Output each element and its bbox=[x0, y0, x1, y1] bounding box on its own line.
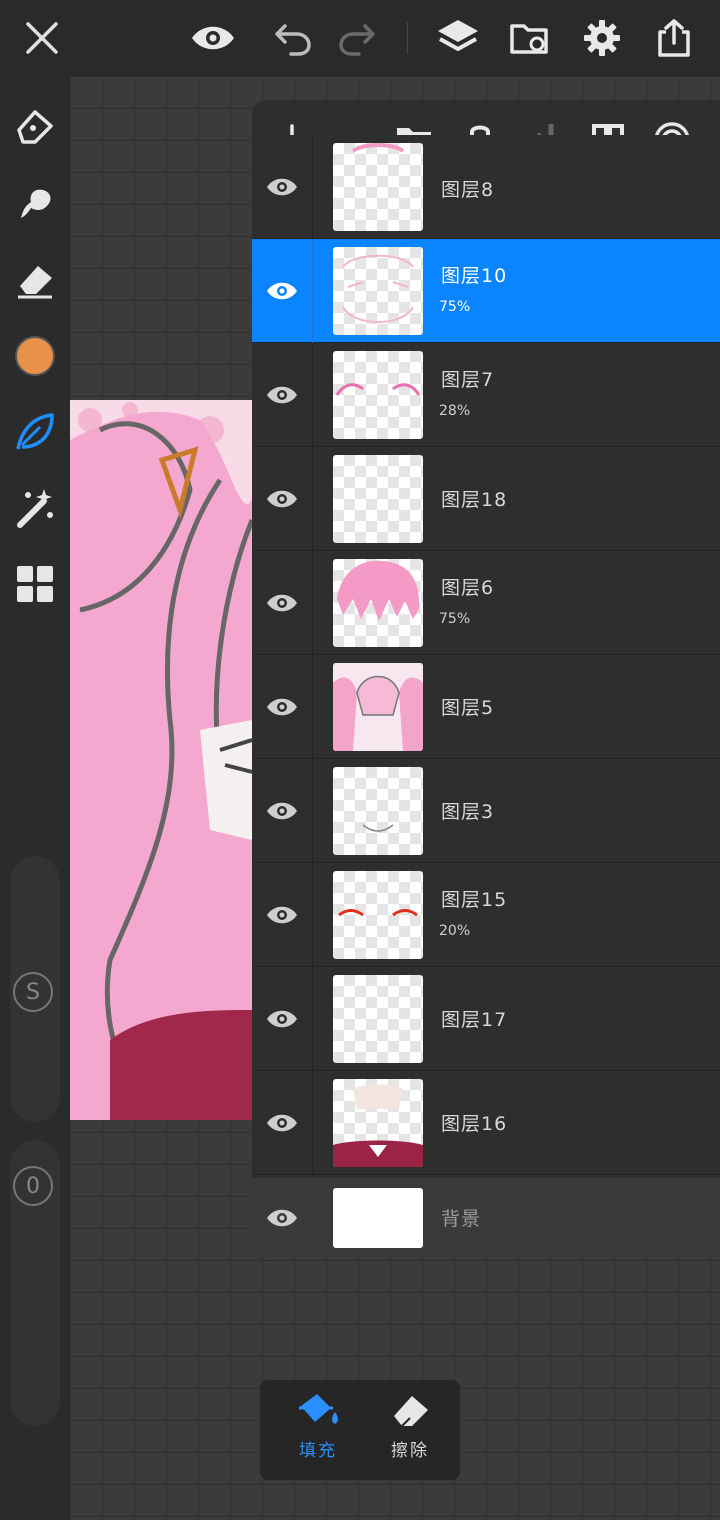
pen-icon[interactable] bbox=[11, 104, 59, 152]
fill-label: 填充 bbox=[299, 1441, 337, 1461]
layers-icon[interactable] bbox=[434, 14, 482, 62]
eye-icon[interactable] bbox=[262, 1103, 302, 1143]
layer-opacity: 28% bbox=[439, 403, 471, 419]
layer-thumbnail bbox=[333, 247, 423, 335]
eye-icon[interactable] bbox=[262, 999, 302, 1039]
layer-opacity: 75% bbox=[439, 299, 471, 315]
leaf-brush-icon[interactable] bbox=[11, 408, 59, 456]
layer-name: 图层18 bbox=[441, 489, 508, 511]
layer-thumbnail bbox=[333, 767, 423, 855]
background-layer-row[interactable]: 背景 bbox=[252, 1178, 720, 1258]
layer-row[interactable]: 图层5 bbox=[252, 655, 720, 759]
eye-icon[interactable] bbox=[189, 14, 237, 62]
layer-name: 图层5 bbox=[441, 697, 495, 719]
layer-row[interactable]: 图层17 bbox=[252, 967, 720, 1071]
eye-icon[interactable] bbox=[262, 271, 302, 311]
layer-row-selected[interactable]: 图层10 75% bbox=[252, 239, 720, 343]
eye-icon[interactable] bbox=[262, 895, 302, 935]
left-toolbar: S 0 bbox=[0, 76, 70, 1520]
magic-wand-icon[interactable] bbox=[11, 484, 59, 532]
paint-bucket-icon bbox=[299, 1394, 338, 1424]
opacity-label: 0 bbox=[13, 1166, 53, 1206]
folder-import-icon[interactable] bbox=[506, 14, 554, 62]
eye-icon[interactable] bbox=[262, 479, 302, 519]
layer-row[interactable]: 图层18 bbox=[252, 447, 720, 551]
eye-icon[interactable] bbox=[262, 687, 302, 727]
background-layer-name: 背景 bbox=[441, 1208, 482, 1230]
layer-opacity: 75% bbox=[439, 611, 471, 627]
eraser-icon bbox=[394, 1396, 428, 1427]
layer-name: 图层17 bbox=[441, 1009, 508, 1031]
close-icon[interactable] bbox=[18, 14, 66, 62]
layer-row[interactable]: 图层15 20% bbox=[252, 863, 720, 967]
erase-label: 擦除 bbox=[391, 1441, 429, 1461]
undo-icon[interactable] bbox=[269, 14, 317, 62]
gear-icon[interactable] bbox=[578, 14, 626, 62]
toolbar-divider bbox=[407, 22, 408, 54]
size-label: S bbox=[13, 972, 53, 1012]
layer-thumbnail bbox=[333, 663, 423, 751]
erase-tool-button[interactable]: 擦除 bbox=[370, 1390, 450, 1474]
layer-thumbnail bbox=[333, 351, 423, 439]
layer-name: 图层8 bbox=[441, 179, 495, 201]
eye-icon[interactable] bbox=[262, 1198, 302, 1238]
layer-name: 图层7 bbox=[441, 369, 495, 391]
layer-name: 图层6 bbox=[441, 577, 495, 599]
layer-row[interactable]: 图层8 bbox=[252, 135, 720, 239]
layer-name: 图层16 bbox=[441, 1113, 508, 1135]
eye-icon[interactable] bbox=[262, 167, 302, 207]
layers-panel: 图层8 图层10 75% 图层7 28% 图层18 图层6 75% 图层5 图层… bbox=[252, 100, 720, 1258]
artwork-canvas[interactable] bbox=[70, 400, 252, 1120]
top-toolbar bbox=[0, 0, 720, 76]
layer-thumbnail bbox=[333, 975, 423, 1063]
layer-thumbnail bbox=[333, 559, 423, 647]
grid-icon[interactable] bbox=[11, 560, 59, 608]
layer-row[interactable]: 图层16 bbox=[252, 1071, 720, 1175]
eye-icon[interactable] bbox=[262, 375, 302, 415]
fill-erase-popup: 填充 擦除 bbox=[260, 1380, 460, 1480]
eraser-icon[interactable] bbox=[11, 256, 59, 304]
fill-tool-button[interactable]: 填充 bbox=[278, 1390, 358, 1474]
layer-row[interactable]: 图层7 28% bbox=[252, 343, 720, 447]
background-thumbnail bbox=[333, 1188, 423, 1248]
layer-opacity: 20% bbox=[439, 923, 471, 939]
layer-name: 图层10 bbox=[441, 265, 508, 287]
layer-row[interactable]: 图层3 bbox=[252, 759, 720, 863]
eye-icon[interactable] bbox=[262, 791, 302, 831]
share-icon[interactable] bbox=[650, 14, 698, 62]
layer-name: 图层15 bbox=[441, 889, 508, 911]
eye-icon[interactable] bbox=[262, 583, 302, 623]
color-swatch[interactable] bbox=[11, 332, 59, 380]
smudge-icon[interactable] bbox=[11, 180, 59, 228]
layer-thumbnail bbox=[333, 455, 423, 543]
layer-thumbnail bbox=[333, 1079, 423, 1167]
layer-thumbnail bbox=[333, 871, 423, 959]
layer-thumbnail bbox=[333, 143, 423, 231]
layer-row[interactable]: 图层6 75% bbox=[252, 551, 720, 655]
layer-name: 图层3 bbox=[441, 801, 495, 823]
redo-icon[interactable] bbox=[333, 14, 381, 62]
